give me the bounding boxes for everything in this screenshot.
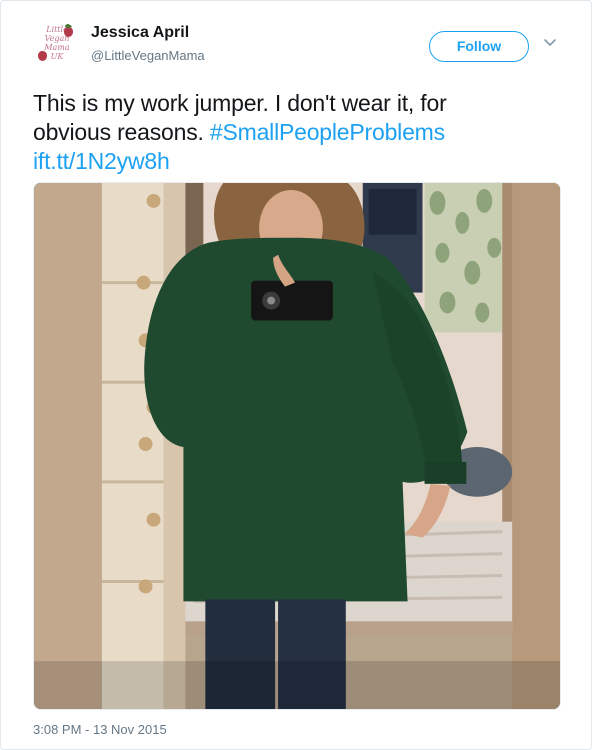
author-name[interactable]: Jessica April xyxy=(91,24,189,42)
tweet-card: Little Vegan Mama UK Jessica April @Litt… xyxy=(0,0,592,750)
author-handle[interactable]: @LittleVeganMama xyxy=(91,48,205,63)
follow-button[interactable]: Follow xyxy=(429,31,529,62)
chevron-down-icon[interactable] xyxy=(541,34,559,52)
strawberry-icon xyxy=(38,51,47,61)
tweet-text-fragment: obvious reasons. xyxy=(33,119,210,145)
leaf-icon xyxy=(65,24,72,28)
mirror-selfie-image xyxy=(34,183,560,709)
tweet-text-line: This is my work jumper. I don't wear it,… xyxy=(33,90,447,116)
tweet-photo[interactable] xyxy=(33,182,561,710)
tweet-text: This is my work jumper. I don't wear it,… xyxy=(33,89,563,176)
tweet-text-line: obvious reasons. #SmallPeopleProblems xyxy=(33,118,563,147)
avatar[interactable]: Little Vegan Mama UK xyxy=(33,21,81,69)
strawberry-icon xyxy=(64,27,73,37)
tweet-timestamp[interactable]: 3:08 PM - 13 Nov 2015 xyxy=(33,722,167,737)
url-link[interactable]: ift.tt/1N2yw8h xyxy=(33,147,563,176)
hashtag-link[interactable]: #SmallPeopleProblems xyxy=(210,119,445,145)
